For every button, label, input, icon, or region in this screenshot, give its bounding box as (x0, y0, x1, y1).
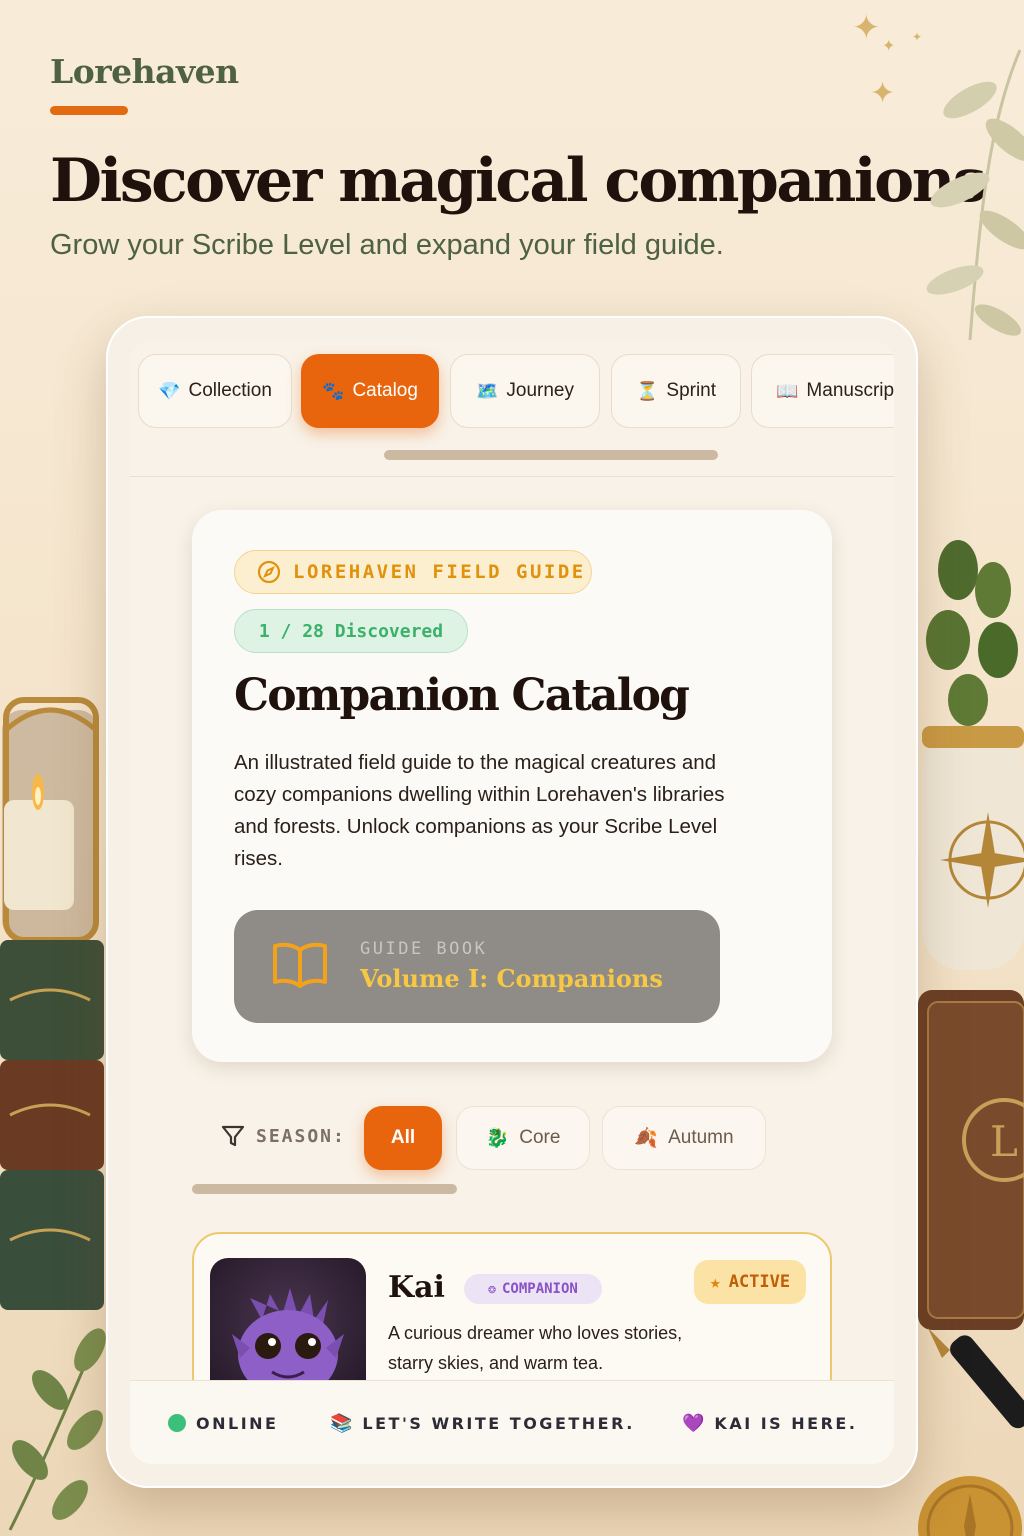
dragon-icon: 🐉 (485, 1128, 510, 1149)
brand-logo: Lorehaven (50, 52, 239, 91)
filter-icon (221, 1125, 245, 1147)
tab-catalog[interactable]: 🐾 Catalog (301, 354, 439, 428)
active-status-badge: ★ ACTIVE (694, 1260, 806, 1304)
presence-text: KAI IS HERE. (714, 1413, 858, 1433)
companion-presence: 💜 KAI IS HERE. (682, 1381, 857, 1464)
catalog-description: An illustrated field guide to the magica… (234, 751, 725, 870)
status-message: 📚 LET'S WRITE TOGETHER. (330, 1381, 635, 1464)
filters-scrollbar[interactable] (192, 1184, 457, 1194)
page-subheadline: Grow your Scribe Level and expand your f… (50, 229, 724, 261)
sparkle-icon: ✦ (882, 36, 896, 55)
sparkle-icon: ✦ (870, 76, 896, 111)
tab-label: Sprint (666, 380, 717, 401)
guide-book-title: Volume I: Companions (360, 964, 663, 993)
filter-label: All (390, 1127, 416, 1148)
books-icon: 📚 (330, 1412, 353, 1434)
tab-journey[interactable]: 🗺️ Journey (450, 354, 600, 428)
filter-label: Autumn (668, 1127, 734, 1148)
map-icon: 🗺️ (475, 380, 499, 401)
tab-label: Collection (188, 380, 272, 401)
tablet-device: 💎 Collection 🐾 Catalog 🗺️ Journey ⏳ Spri… (106, 316, 918, 1488)
season-label-text: SEASON: (256, 1125, 346, 1147)
companion-type-badge: ❂ COMPANION (464, 1274, 602, 1304)
season-filter-label: SEASON: (220, 1104, 346, 1168)
hourglass-icon: ⏳ (635, 380, 659, 401)
gold-coin-icon (918, 1476, 1022, 1536)
status-bar: ONLINE 📚 LET'S WRITE TOGETHER. 💜 KAI IS … (130, 1380, 894, 1464)
tab-label: Catalog (352, 380, 418, 401)
catalog-title: Companion Catalog (234, 670, 690, 721)
book-icon (273, 942, 327, 988)
tab-manuscript[interactable]: 📖 Manuscript (751, 354, 894, 428)
companion-description: A curious dreamer who loves stories, sta… (388, 1323, 683, 1373)
companion-type-label: COMPANION (501, 1281, 578, 1297)
filter-all-button[interactable]: All (364, 1106, 442, 1170)
tab-collection[interactable]: 💎 Collection (138, 354, 292, 428)
discovered-count-badge: 1 / 28 Discovered (234, 609, 468, 653)
filter-label: Core (519, 1127, 561, 1148)
online-label: ONLINE (196, 1413, 279, 1433)
svg-text:L: L (990, 1117, 1018, 1166)
tab-label: Manuscript (806, 380, 894, 401)
guide-book-button[interactable]: GUIDE BOOK Volume I: Companions (234, 910, 720, 1023)
leaf-branch-icon (926, 49, 1024, 341)
filter-core-button[interactable]: 🐉 Core (456, 1106, 590, 1170)
purple-heart-icon: 💜 (682, 1412, 705, 1434)
stacked-books-icon (0, 940, 104, 1310)
guide-book-label: GUIDE BOOK (360, 939, 488, 959)
online-status: ONLINE (168, 1381, 278, 1464)
status-message-text: LET'S WRITE TOGETHER. (362, 1413, 635, 1433)
potted-plant-icon (922, 540, 1024, 970)
sparkle-icon: ✦ (852, 8, 881, 48)
autumn-leaves-icon: 🍂 (634, 1128, 659, 1149)
catalog-hero-card: LOREHAVEN FIELD GUIDE 1 / 28 Discovered … (192, 510, 832, 1062)
active-status-label: ACTIVE (728, 1272, 791, 1292)
filter-autumn-button[interactable]: 🍂 Autumn (602, 1106, 766, 1170)
tab-sprint[interactable]: ⏳ Sprint (611, 354, 741, 428)
leather-book-icon: L (918, 990, 1024, 1330)
page-headline: Discover magical companions (50, 146, 987, 216)
season-filter-row: SEASON: All 🐉 Core 🍂 Autumn (130, 1090, 894, 1200)
paw-icon: 🐾 (322, 380, 345, 401)
tab-bar: 💎 Collection 🐾 Catalog 🗺️ Journey ⏳ Spri… (130, 340, 894, 477)
fountain-pen-icon (928, 1328, 1024, 1429)
field-guide-chip: LOREHAVEN FIELD GUIDE (234, 550, 592, 594)
tabs-scrollbar[interactable] (384, 450, 718, 460)
open-book-icon: 📖 (776, 380, 799, 401)
field-guide-chip-label: LOREHAVEN FIELD GUIDE (293, 561, 586, 583)
online-dot-icon (168, 1414, 186, 1432)
gem-icon: 💎 (158, 380, 181, 401)
companion-name: Kai (388, 1270, 445, 1305)
paw-icon: ❂ (488, 1281, 496, 1297)
candle-lantern-icon (2, 697, 99, 943)
compass-icon (257, 560, 281, 584)
app-screen: 💎 Collection 🐾 Catalog 🗺️ Journey ⏳ Spri… (130, 340, 894, 1464)
brand-underline (50, 106, 128, 115)
tab-label: Journey (506, 380, 575, 401)
star-icon: ★ (709, 1271, 721, 1293)
